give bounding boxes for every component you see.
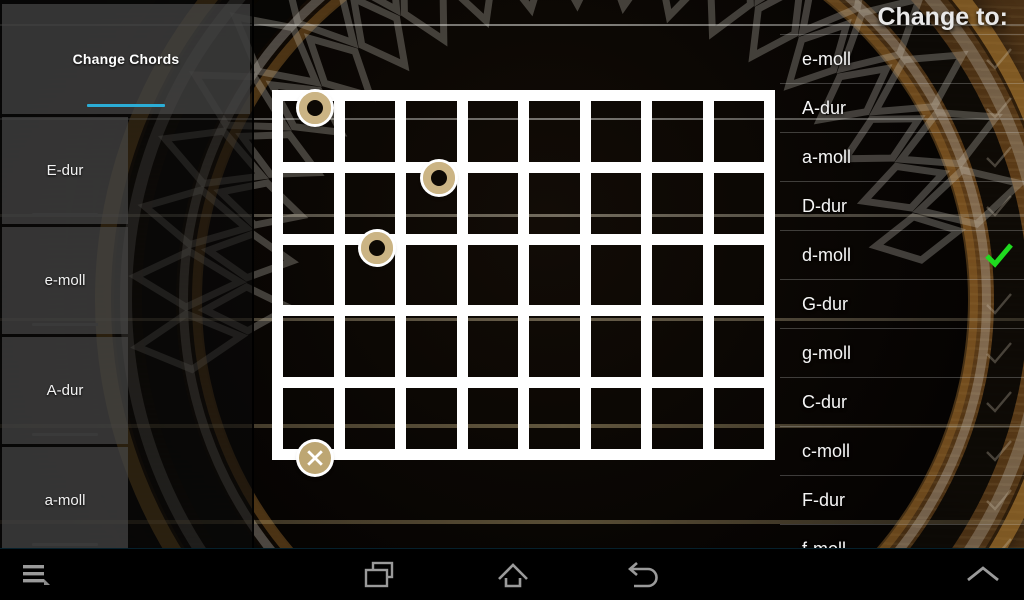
- home-icon[interactable]: [494, 560, 532, 590]
- fretboard-string-line: [764, 90, 775, 460]
- chord-diagram[interactable]: [272, 90, 775, 474]
- change-to-row-f-dur[interactable]: F-dur: [780, 475, 1024, 524]
- fretboard-fret-line: [272, 305, 775, 317]
- change-to-row-label: g-moll: [802, 342, 852, 363]
- sidebar-chord-e-dur[interactable]: E-dur: [2, 117, 128, 224]
- check-icon-active[interactable]: [984, 242, 1014, 268]
- fretboard-string-line: [333, 90, 345, 460]
- check-icon-inactive[interactable]: [984, 536, 1014, 548]
- check-icon-inactive[interactable]: [984, 487, 1014, 513]
- change-to-row-label: D-dur: [802, 195, 848, 216]
- fretboard-fret-line: [272, 233, 775, 245]
- change-to-list: e-moll A-dur a-moll D-dur d-moll G-dur g-moll C…: [780, 34, 1024, 548]
- sidebar-chord-indicator: [32, 213, 98, 216]
- change-to-row-e-moll[interactable]: e-moll: [780, 34, 1024, 83]
- chevron-up-icon[interactable]: [964, 563, 1002, 587]
- check-icon-inactive[interactable]: [984, 193, 1014, 219]
- check-icon-inactive[interactable]: [984, 144, 1014, 170]
- fretboard-fret-line: [272, 377, 775, 389]
- sidebar-chord-label: a-moll: [44, 492, 86, 509]
- sidebar-tab-indicator: [87, 104, 165, 107]
- change-to-row-label: C-dur: [802, 391, 848, 412]
- recent-apps-icon[interactable]: [364, 560, 398, 590]
- sidebar-tab-change-chords[interactable]: Change Chords: [2, 4, 250, 114]
- sidebar-chord-label: A-dur: [46, 382, 84, 399]
- sidebar-chord-label: E-dur: [46, 162, 84, 179]
- fret-marker-muted-icon: [298, 441, 331, 474]
- sidebar-chord-grid: E-dure-mollA-dura-mollD-durd-mollG-durg-…: [0, 117, 252, 600]
- change-to-row-a-dur[interactable]: A-dur: [780, 83, 1024, 132]
- change-to-row-a-moll[interactable]: a-moll: [780, 132, 1024, 181]
- change-to-row-label: c-moll: [802, 440, 850, 461]
- fretboard-string-line: [395, 90, 406, 460]
- check-icon-inactive[interactable]: [984, 95, 1014, 121]
- sidebar-chord-e-moll[interactable]: e-moll: [2, 227, 128, 334]
- fretboard-string-line: [518, 90, 529, 460]
- change-to-panel: Change to: e-moll A-dur a-moll D-dur d-moll G…: [780, 0, 1024, 548]
- fretboard-string-line: [641, 90, 652, 460]
- change-to-row-label: A-dur: [802, 97, 847, 118]
- sidebar-chord-a-moll[interactable]: a-moll: [2, 447, 128, 554]
- android-navigation-bar: [0, 548, 1024, 600]
- fretboard-string-line: [702, 90, 714, 460]
- check-icon-inactive[interactable]: [984, 291, 1014, 317]
- sidebar-chord-indicator: [32, 543, 98, 546]
- change-to-row-d-moll[interactable]: d-moll: [780, 230, 1024, 279]
- fret-marker-finger-icon: [360, 231, 393, 264]
- sidebar-chord-indicator: [32, 433, 98, 436]
- fretboard-string-line: [456, 90, 468, 460]
- change-to-row-g-dur[interactable]: G-dur: [780, 279, 1024, 328]
- fretboard-fret-line: [272, 161, 775, 173]
- fretboard-fret-line: [272, 449, 775, 460]
- change-to-row-label: G-dur: [802, 293, 849, 314]
- fretboard-string-line: [579, 90, 591, 460]
- sidebar-chord-a-dur[interactable]: A-dur: [2, 337, 128, 444]
- change-to-row-label: a-moll: [802, 146, 852, 167]
- sidebar-chord-label: e-moll: [44, 272, 86, 289]
- change-to-title: Change to:: [877, 2, 1008, 31]
- change-to-row-g-moll[interactable]: g-moll: [780, 328, 1024, 377]
- change-to-row-d-dur[interactable]: D-dur: [780, 181, 1024, 230]
- check-icon-inactive[interactable]: [984, 389, 1014, 415]
- change-to-row-label: d-moll: [802, 244, 852, 265]
- app-root: Change Chords E-dur e-moll A-dur a-moll D-du…: [0, 0, 1024, 600]
- change-to-row-c-dur[interactable]: C-dur: [780, 377, 1024, 426]
- change-to-row-label: F-dur: [802, 489, 846, 510]
- sidebar-title: Change Chords: [72, 51, 180, 67]
- fretboard-string-line: [272, 90, 283, 460]
- menu-icon[interactable]: [22, 562, 52, 588]
- sidebar: Change Chords E-dure-mollA-dura-mollD-du…: [0, 0, 254, 600]
- back-icon[interactable]: [624, 560, 660, 590]
- check-icon-inactive[interactable]: [984, 46, 1014, 72]
- change-to-row-f-moll[interactable]: f-moll: [780, 524, 1024, 548]
- sidebar-chord-indicator: [32, 323, 98, 326]
- change-to-row-c-moll[interactable]: c-moll: [780, 426, 1024, 475]
- change-to-row-label: f-moll: [802, 539, 984, 549]
- fretboard-fret-line: [272, 90, 775, 101]
- fret-marker-finger-icon: [298, 91, 331, 124]
- change-to-row-label: e-moll: [802, 48, 852, 69]
- check-icon-inactive[interactable]: [984, 340, 1014, 366]
- check-icon-inactive[interactable]: [984, 438, 1014, 464]
- fret-marker-finger-icon: [422, 161, 455, 194]
